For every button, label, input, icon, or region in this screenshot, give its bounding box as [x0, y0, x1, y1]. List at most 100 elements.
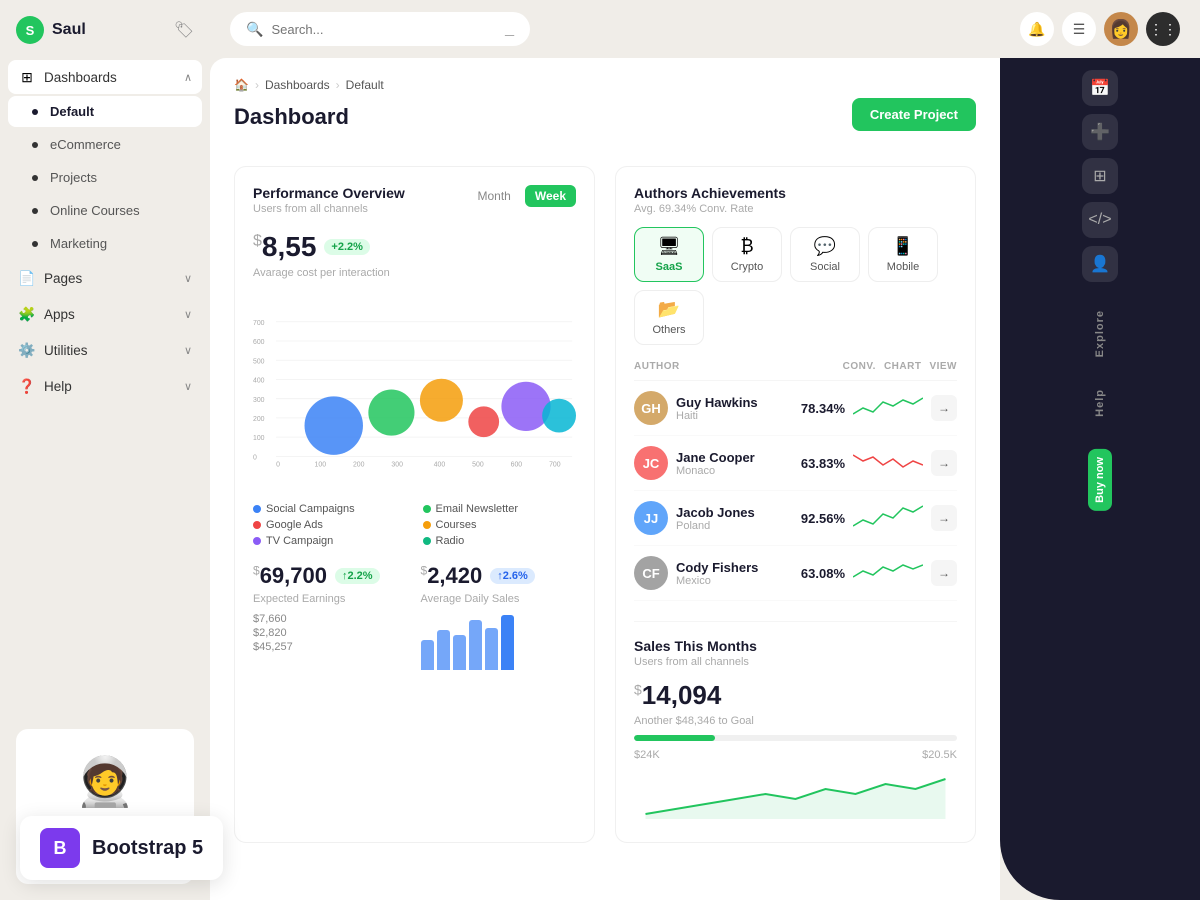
perf-badge: +2.2% [324, 239, 370, 255]
tab-others[interactable]: 📂 Others [634, 290, 704, 345]
author-country-4: Mexico [676, 575, 758, 587]
sidebar-item-apps[interactable]: 🧩 Apps ∨ [8, 297, 202, 331]
dot-icon [32, 241, 38, 247]
buy-now-button[interactable]: Buy now [1088, 449, 1112, 511]
authors-title: Authors Achievements [634, 185, 957, 201]
daily-sales-chart [421, 615, 577, 670]
sidebar-item-default[interactable]: Default [8, 96, 202, 127]
legend-label-google: Google Ads [266, 519, 323, 531]
perf-subtitle: Users from all channels [253, 203, 405, 215]
toggle-month-button[interactable]: Month [468, 185, 521, 207]
legend-dot-courses [423, 521, 431, 529]
mobile-tab-label: Mobile [887, 261, 919, 273]
mobile-tab-icon: 📱 [892, 236, 914, 257]
sidebar-label-online-courses: Online Courses [50, 203, 140, 218]
view-btn-3[interactable]: → [931, 505, 957, 531]
perf-value: $8,55 [253, 231, 316, 263]
sidebar-item-pages[interactable]: 📄 Pages ∨ [8, 261, 202, 295]
tab-social[interactable]: 💬 Social [790, 227, 860, 282]
search-box[interactable]: 🔍 _ [230, 12, 530, 46]
sidebar-item-help[interactable]: ❓ Help ∨ [8, 369, 202, 403]
authors-subtitle: Avg. 69.34% Conv. Rate [634, 203, 957, 215]
sparkline-3 [853, 504, 923, 532]
breadcrumb-home-icon[interactable]: 🏠 [234, 78, 249, 92]
toggle-week-button[interactable]: Week [525, 185, 576, 207]
sidebar-toggle-icon[interactable]: 🏷 [174, 20, 194, 40]
svg-text:0: 0 [276, 461, 280, 468]
view-btn-1[interactable]: → [931, 395, 957, 421]
sidebar-item-dashboards[interactable]: ⊞ Dashboards ∧ [8, 60, 202, 94]
perf-value-row: $8,55 +2.2% [253, 231, 576, 263]
author-conv-3: 92.56% [801, 511, 845, 526]
sidebar-label-apps: Apps [44, 307, 75, 322]
tab-mobile[interactable]: 📱 Mobile [868, 227, 938, 282]
author-name-2: Jane Cooper [676, 450, 755, 465]
others-tab-label: Others [652, 324, 685, 336]
saas-tab-label: SaaS [656, 261, 683, 273]
crypto-tab-icon: ₿ [740, 236, 753, 257]
add-icon[interactable]: ➕ [1082, 114, 1118, 150]
sidebar-item-marketing[interactable]: Marketing [8, 228, 202, 259]
tab-saas[interactable]: 🖥 SaaS [634, 227, 704, 282]
grid-icon[interactable]: ⊞ [1082, 158, 1118, 194]
earnings-stat: $69,700 ↑2.2% Expected Earnings $7,660 $… [253, 563, 409, 670]
legend-email: Email Newsletter [423, 503, 577, 515]
chart-legend: Social Campaigns Email Newsletter Google… [253, 503, 576, 547]
sales-title: Sales This Months [634, 638, 957, 654]
breadcrumb-dashboards[interactable]: Dashboards [265, 78, 330, 92]
chevron-down-icon: ∨ [184, 272, 192, 285]
search-input[interactable] [271, 22, 497, 37]
sales-progress-bar [634, 735, 957, 741]
author-avatar-1: GH [634, 391, 668, 425]
legend-dot-tv [253, 537, 261, 545]
earnings-value: $69,700 [253, 563, 327, 589]
sidebar-item-utilities[interactable]: ⚙️ Utilities ∨ [8, 333, 202, 367]
avatar-icon[interactable]: 👤 [1082, 246, 1118, 282]
daily-sales-stat: $2,420 ↑2.6% Average Daily Sales [421, 563, 577, 670]
apps-icon: 🧩 [18, 305, 36, 323]
utilities-icon: ⚙️ [18, 341, 36, 359]
create-project-button[interactable]: Create Project [852, 98, 976, 131]
help-icon: ❓ [18, 377, 36, 395]
svg-text:500: 500 [253, 358, 265, 365]
perf-title: Performance Overview [253, 185, 405, 201]
daily-sales-value: $2,420 [421, 563, 483, 589]
social-tab-icon: 💬 [814, 236, 836, 257]
sidebar-header: S Saul 🏷 [0, 0, 210, 60]
tab-crypto[interactable]: ₿ Crypto [712, 227, 782, 282]
explore-label[interactable]: Explore [1094, 302, 1106, 365]
svg-text:200: 200 [353, 461, 365, 468]
svg-text:100: 100 [315, 461, 327, 468]
svg-text:600: 600 [253, 339, 265, 346]
sidebar-item-ecommerce[interactable]: eCommerce [8, 129, 202, 160]
sidebar-label-help: Help [44, 379, 72, 394]
sales-y-label-2: $20.5K [922, 749, 957, 761]
col-author: AUTHOR [634, 361, 835, 372]
dot-icon [32, 142, 38, 148]
legend-label-tv: TV Campaign [266, 535, 333, 547]
topbar: 🔍 _ 🔔 ☰ 👩 ⋮⋮ [210, 0, 1200, 58]
daily-sales-label: Average Daily Sales [421, 593, 577, 605]
search-icon: 🔍 [246, 21, 263, 38]
chevron-down-icon: ∨ [184, 344, 192, 357]
legend-label-radio: Radio [436, 535, 465, 547]
author-name-1: Guy Hawkins [676, 395, 758, 410]
sidebar-item-online-courses[interactable]: Online Courses [8, 195, 202, 226]
sidebar-logo: S Saul [16, 16, 86, 44]
view-btn-2[interactable]: → [931, 450, 957, 476]
user-avatar[interactable]: 👩 [1104, 12, 1138, 46]
dashboards-icon: ⊞ [18, 68, 36, 86]
help-label[interactable]: Help [1094, 381, 1106, 425]
notification-icon[interactable]: 🔔 [1020, 12, 1054, 46]
legend-dot-radio [423, 537, 431, 545]
sales-section: Sales This Months Users from all channel… [634, 621, 957, 824]
view-btn-4[interactable]: → [931, 560, 957, 586]
menu-icon[interactable]: ☰ [1062, 12, 1096, 46]
dot-icon [32, 175, 38, 181]
main-grid: Performance Overview Users from all chan… [234, 166, 976, 843]
code-icon[interactable]: </> [1082, 202, 1118, 238]
sidebar-item-projects[interactable]: Projects [8, 162, 202, 193]
breadcrumb-default[interactable]: Default [346, 78, 384, 92]
settings-icon[interactable]: ⋮⋮ [1146, 12, 1180, 46]
calendar-icon[interactable]: 📅 [1082, 70, 1118, 106]
